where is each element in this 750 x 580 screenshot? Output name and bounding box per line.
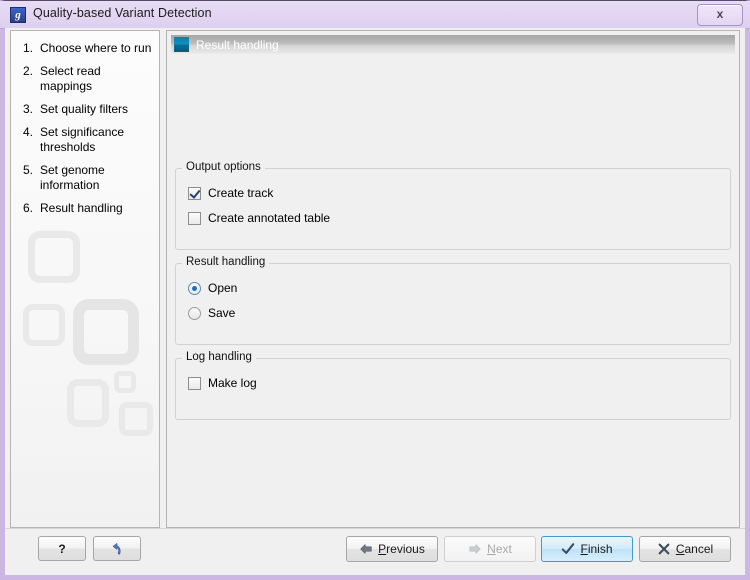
cancel-label: Cancel (675, 542, 714, 556)
sidebar-item-select-read-mappings[interactable]: 2. Select read mappings (11, 60, 159, 98)
result-handling-group: Result handling Open Save (175, 256, 731, 345)
previous-label: Previous (378, 542, 425, 556)
help-icon: ? (58, 541, 66, 556)
previous-label-rest: revious (386, 542, 425, 556)
create-track-label: Create track (208, 186, 274, 200)
result-open-radio[interactable] (188, 281, 201, 295)
next-label-rest: ext (495, 542, 512, 556)
finish-label: Finish (580, 542, 613, 556)
main-panel: Result handling Output options Create tr… (166, 30, 740, 528)
title-bar: g Quality-based Variant Detection x (0, 1, 750, 29)
group-title: Log handling (182, 351, 256, 363)
step-number: 1. (23, 41, 34, 55)
dialog-window: g Quality-based Variant Detection x 1. C… (0, 0, 750, 580)
step-label: Set significance thresholds (40, 125, 125, 154)
step-number: 5. (23, 163, 34, 177)
cancel-button[interactable]: Cancel (639, 536, 731, 562)
arrow-left-icon (360, 544, 372, 554)
watermark-shape (73, 299, 139, 365)
step-number: 3. (23, 102, 34, 116)
reset-button[interactable] (93, 536, 141, 561)
panel-header: Result handling (171, 35, 735, 54)
sidebar-item-set-significance-thresholds[interactable]: 4. Set significance thresholds (11, 121, 159, 159)
step-number: 4. (23, 125, 34, 139)
output-options-group: Output options Create track Create annot… (175, 161, 731, 250)
make-log-label: Make log (208, 376, 257, 390)
divider (5, 528, 745, 529)
arrow-right-icon (469, 544, 481, 554)
result-save-label: Save (208, 306, 236, 320)
undo-arrow-icon (112, 542, 121, 555)
panel-header-title: Result handling (196, 37, 279, 52)
create-annotated-table-row[interactable]: Create annotated table (188, 211, 330, 225)
dialog-body: 1. Choose where to run 2. Select read ma… (5, 28, 745, 575)
log-handling-group: Log handling Make log (175, 351, 731, 420)
sidebar-item-choose-where-to-run[interactable]: 1. Choose where to run (11, 37, 159, 60)
sidebar-item-set-genome-information[interactable]: 5. Set genome information (11, 159, 159, 197)
create-track-checkbox[interactable] (188, 186, 201, 200)
result-save-row[interactable]: Save (188, 306, 235, 320)
make-log-checkbox[interactable] (188, 376, 201, 390)
result-open-label: Open (208, 281, 238, 295)
next-button: Next (444, 536, 536, 562)
app-icon: g (10, 7, 26, 23)
checkmark-icon (562, 543, 575, 554)
result-open-row[interactable]: Open (188, 281, 237, 295)
step-label: Select read mappings (40, 64, 101, 93)
watermark-shape (67, 379, 109, 427)
next-label: Next (487, 542, 512, 556)
create-track-row[interactable]: Create track (188, 186, 273, 200)
finish-label-rest: inish (587, 542, 613, 556)
watermark-shape (119, 402, 153, 436)
sidebar-item-result-handling[interactable]: 6. Result handling (11, 197, 159, 220)
close-icon: x (716, 7, 724, 21)
result-save-radio[interactable] (188, 306, 201, 320)
close-x-icon (658, 543, 670, 555)
create-annotated-table-checkbox[interactable] (188, 211, 201, 225)
window-title: Quality-based Variant Detection (33, 6, 212, 20)
help-button[interactable]: ? (38, 536, 86, 561)
make-log-row[interactable]: Make log (188, 376, 257, 390)
cancel-label-rest: ancel (684, 542, 714, 556)
create-annotated-table-label: Create annotated table (208, 211, 331, 225)
watermark-shape (28, 231, 80, 283)
previous-button[interactable]: Previous (346, 536, 438, 562)
step-label: Choose where to run (40, 41, 152, 55)
step-label: Result handling (40, 201, 123, 215)
watermark-shape (23, 304, 65, 346)
group-title: Output options (182, 161, 265, 173)
wizard-steps-sidebar: 1. Choose where to run 2. Select read ma… (10, 30, 160, 528)
watermark-shape (114, 371, 136, 393)
step-number: 6. (23, 201, 34, 215)
step-list: 1. Choose where to run 2. Select read ma… (11, 31, 159, 220)
group-title: Result handling (182, 256, 270, 268)
result-handling-icon (174, 37, 189, 52)
step-label: Set quality filters (40, 102, 129, 116)
dialog-button-bar: ? Previous Next Finish Cancel (5, 528, 745, 575)
step-number: 2. (23, 64, 34, 78)
step-label: Set genome information (40, 163, 105, 192)
sidebar-item-set-quality-filters[interactable]: 3. Set quality filters (11, 98, 159, 121)
close-button[interactable]: x (697, 4, 743, 26)
finish-button[interactable]: Finish (541, 536, 633, 562)
